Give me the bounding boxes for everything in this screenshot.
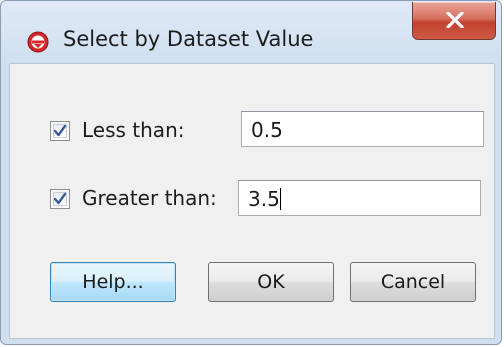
greater-than-label: Greater than:: [82, 186, 217, 210]
less-than-input[interactable]: 0.5: [241, 111, 484, 147]
window-title: Select by Dataset Value: [63, 27, 314, 51]
greater-than-value: 3.5: [248, 187, 280, 211]
title-bar[interactable]: Select by Dataset Value: [1, 1, 501, 63]
text-caret: [279, 188, 281, 210]
less-than-label: Less than:: [82, 118, 185, 142]
less-than-checkbox[interactable]: [50, 121, 70, 141]
help-button[interactable]: Help...: [50, 262, 176, 302]
checkmark-icon: [53, 192, 67, 205]
close-icon: [446, 12, 464, 28]
checkmark-icon: [53, 124, 67, 137]
greater-than-input[interactable]: 3.5: [238, 180, 481, 216]
close-button[interactable]: [412, 2, 496, 40]
app-icon: [27, 31, 49, 53]
dialog-body: Less than: 0.5 Greater than: 3.5 Help...…: [9, 63, 495, 339]
dialog-window: Select by Dataset Value Less than: 0.5 G…: [0, 0, 502, 345]
greater-than-checkbox[interactable]: [50, 189, 70, 209]
ok-button[interactable]: OK: [208, 262, 334, 302]
cancel-button[interactable]: Cancel: [350, 262, 476, 302]
